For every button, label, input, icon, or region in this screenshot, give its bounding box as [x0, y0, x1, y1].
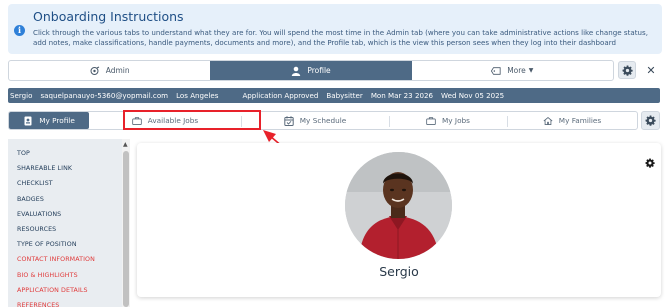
settings-button[interactable]: [618, 61, 636, 79]
tab-my-families-label: My Families: [558, 116, 602, 125]
close-icon: ✕: [646, 63, 656, 77]
user-icon: [292, 66, 301, 76]
application-status: Application Approved: [242, 91, 319, 100]
calendar-icon: [284, 115, 294, 126]
sidebar-item-application-details[interactable]: APPLICATION DETAILS: [8, 283, 130, 298]
gear-icon: [645, 158, 655, 168]
profile-settings-button[interactable]: [641, 111, 660, 130]
candidate-role: Babysitter: [326, 91, 363, 100]
avatar-photo: [345, 152, 452, 259]
tab-my-schedule-label: My Schedule: [299, 116, 347, 125]
sidebar-item-shareable-link[interactable]: SHAREABLE LINK: [8, 161, 130, 176]
tab-my-schedule[interactable]: My Schedule: [241, 112, 389, 129]
candidate-email: saquelpanauyo-5360@yopmail.com: [40, 91, 169, 100]
onboarding-banner: i Onboarding Instructions Click through …: [8, 4, 662, 54]
page: i Onboarding Instructions Click through …: [0, 0, 670, 307]
tab-my-jobs-label: My Jobs: [442, 116, 470, 125]
admin-icon: [90, 66, 99, 75]
tab-admin[interactable]: Admin: [9, 61, 210, 80]
avatar: [345, 152, 452, 259]
info-icon: i: [14, 25, 25, 36]
sidebar-scrollbar[interactable]: ▲: [122, 139, 130, 307]
profile-card: Sergio: [137, 143, 661, 297]
gear-icon: [622, 65, 633, 76]
candidate-location: Los Angeles: [176, 91, 219, 100]
date-primary: Mon Mar 23 2026: [370, 91, 433, 100]
house-icon: [543, 116, 553, 125]
candidate-name: Sergio: [10, 91, 33, 100]
top-tabs: Admin Profile More ▼: [8, 60, 614, 81]
sidebar-item-checklist[interactable]: CHECKLIST: [8, 176, 130, 191]
profile-sub-tabs: My Profile Available Jobs My Schedule My…: [8, 111, 638, 130]
tab-my-families[interactable]: My Families: [507, 112, 637, 129]
gear-icon: [645, 115, 656, 126]
profile-section-nav: TOP SHAREABLE LINK CHECKLIST BADGES EVALUATI…: [8, 139, 130, 307]
sidebar-item-bio-highlights[interactable]: BIO & HIGHLIGHTS: [8, 268, 130, 283]
tab-more[interactable]: More ▼: [412, 61, 613, 80]
tab-my-jobs[interactable]: My Jobs: [389, 112, 507, 129]
date-secondary: Wed Nov 05 2025: [441, 91, 505, 100]
sidebar-item-resources[interactable]: RESOURCES: [8, 222, 130, 237]
banner-title: Onboarding Instructions: [33, 9, 184, 24]
profile-card-icon: [24, 116, 32, 125]
chevron-down-icon: ▼: [528, 67, 534, 74]
tag-icon: [491, 66, 501, 75]
card-settings-button[interactable]: [645, 153, 655, 172]
tab-my-profile-label: My Profile: [39, 116, 75, 125]
scroll-up-icon[interactable]: ▲: [123, 141, 128, 148]
profile-name: Sergio: [379, 264, 419, 279]
tab-admin-label: Admin: [105, 66, 130, 75]
tab-more-label: More: [507, 66, 526, 75]
scroll-thumb[interactable]: [123, 151, 129, 307]
banner-body: Click through the various tabs to unders…: [33, 28, 648, 47]
sidebar-item-badges[interactable]: BADGES: [8, 192, 130, 207]
sidebar-item-evaluations[interactable]: EVALUATIONS: [8, 207, 130, 222]
briefcase-icon: [426, 116, 436, 125]
available-jobs-highlight: [123, 110, 261, 130]
close-button[interactable]: ✕: [642, 61, 660, 79]
candidate-info-bar: Sergio saquelpanauyo-5360@yopmail.com Los …: [8, 88, 660, 103]
sidebar-item-type-of-position[interactable]: TYPE OF POSITION: [8, 237, 130, 252]
tab-my-profile[interactable]: My Profile: [9, 112, 89, 129]
tab-profile[interactable]: Profile: [210, 61, 412, 80]
tab-profile-label: Profile: [307, 66, 331, 75]
sidebar-item-contact-information[interactable]: CONTACT INFORMATION: [8, 252, 130, 267]
sidebar-item-references[interactable]: REFERENCES: [8, 298, 130, 307]
sidebar-item-top[interactable]: TOP: [8, 146, 130, 161]
